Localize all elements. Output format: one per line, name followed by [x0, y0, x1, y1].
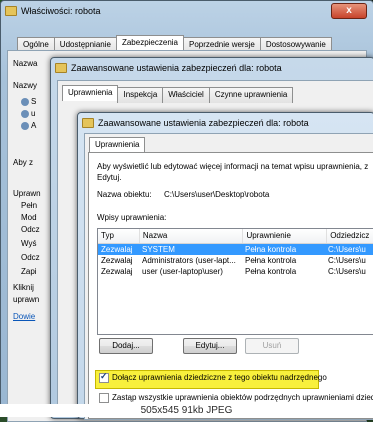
folder-icon — [5, 6, 17, 16]
cell-permission: Pełna kontrola — [245, 256, 297, 265]
image-caption: 505x545 91kb JPEG — [0, 404, 373, 417]
group-names-label: Nazwy — [13, 81, 38, 90]
cell-name: Administrators (user-lapt... — [142, 256, 236, 265]
cell-permission: Pełna kontrola — [245, 245, 297, 254]
user-item-label: S — [31, 97, 37, 106]
window-title-text: Zaawansowane ustawienia zabezpieczeń dla… — [98, 118, 309, 128]
perm-row: Zapi — [21, 267, 37, 276]
change-permissions-text: Aby z — [13, 158, 34, 167]
perm-row: Odcz — [21, 253, 40, 262]
permission-entries-table[interactable]: Typ Nazwa Uprawnienie Odziedzicz Zezwala… — [97, 228, 373, 335]
permissions-for-label: Uprawn — [13, 189, 41, 198]
cell-name: user (user-laptop\user) — [142, 267, 223, 276]
user-item[interactable]: A — [21, 121, 36, 130]
user-icon — [21, 121, 29, 130]
column-permission[interactable]: Uprawnienie — [243, 229, 328, 243]
special-perm-text: uprawn — [13, 295, 40, 304]
table-row[interactable]: Zezwalaj SYSTEM Pełna kontrola C:\Users\… — [98, 244, 373, 255]
permissions-client: Uprawnienia Aby wyświetlić lub edytować … — [84, 133, 373, 420]
include-inheritable-checkbox[interactable]: Dołącz uprawnienia dziedziczne z tego ob… — [99, 371, 327, 383]
learn-more-link-text[interactable]: Dowie — [13, 312, 35, 321]
perm-row: Mod — [21, 213, 37, 222]
user-icon — [21, 97, 29, 106]
close-button[interactable]: x — [331, 3, 367, 19]
cell-name: SYSTEM — [142, 245, 175, 254]
user-item[interactable]: S — [21, 97, 36, 106]
perm-row: Wyś — [21, 239, 37, 248]
remove-button[interactable]: Usuń — [245, 338, 299, 354]
cell-type: Zezwalaj — [101, 267, 133, 276]
column-name[interactable]: Nazwa — [140, 229, 244, 243]
window-title: Właściwości: robota — [5, 4, 101, 18]
table-row[interactable]: Zezwalaj Administrators (user-lapt... Pe… — [98, 255, 373, 266]
learn-more-link[interactable]: Dowie — [13, 312, 35, 321]
perm-row: Odcz — [21, 225, 40, 234]
tab-auditing[interactable]: Inspekcja — [117, 87, 164, 103]
cell-permission: Pełna kontrola — [245, 267, 297, 276]
table-header: Typ Nazwa Uprawnienie Odziedzicz — [98, 229, 373, 244]
window-title-text: Właściwości: robota — [21, 6, 101, 16]
column-type[interactable]: Typ — [98, 229, 140, 243]
cell-inherited: C:\Users\u — [328, 245, 366, 254]
user-item-label: u — [31, 109, 36, 118]
object-name-label: Nazwa obiektu: — [97, 190, 152, 199]
replace-child-checkbox[interactable]: Zastąp wszystkie uprawnienia obiektów po… — [99, 393, 373, 403]
entries-label: Wpisy uprawnienia: — [97, 213, 167, 222]
cell-inherited: C:\Users\u — [328, 256, 366, 265]
special-perm-text: Kliknij — [13, 283, 34, 292]
perm-row: Pełn — [21, 201, 38, 210]
checkbox-unchecked[interactable] — [99, 393, 109, 403]
user-item-label: A — [31, 121, 37, 130]
cell-type: Zezwalaj — [101, 256, 133, 265]
window-title: Zaawansowane ustawienia zabezpieczeń dla… — [82, 116, 309, 130]
window-title-text: Zaawansowane ustawienia zabezpieczeń dla… — [71, 63, 282, 73]
tab-owner[interactable]: Właściciel — [162, 87, 210, 103]
cell-inherited: C:\Users\u — [328, 267, 366, 276]
info-text-line2: Edytuj. — [97, 173, 122, 182]
user-icon — [21, 109, 29, 118]
lock-folder-icon — [55, 63, 67, 73]
advanced-tabs: Uprawnienia Inspekcja Właściciel Czynne … — [62, 85, 294, 103]
permissions-panel: Aby wyświetlić lub edytować więcej infor… — [88, 152, 373, 419]
tab-security[interactable]: Zabezpieczenia — [115, 35, 184, 51]
add-button[interactable]: Dodaj... — [99, 338, 153, 354]
window-title: Zaawansowane ustawienia zabezpieczeń dla… — [55, 61, 282, 75]
lock-folder-icon — [82, 118, 94, 128]
edit-button[interactable]: Edytuj... — [183, 338, 237, 354]
advanced-security-window-front: Zaawansowane ustawienia zabezpieczeń dla… — [77, 112, 373, 420]
info-text: Aby wyświetlić lub edytować więcej infor… — [97, 162, 369, 171]
tab-effective-permissions[interactable]: Czynne uprawnienia — [208, 87, 294, 103]
tab-permissions[interactable]: Uprawnienia — [62, 85, 119, 101]
include-inheritable-label: Dołącz uprawnienia dziedziczne z tego ob… — [112, 373, 327, 383]
object-name-value: C:\Users\user\Desktop\robota — [164, 190, 270, 199]
object-name-label: Nazwa — [13, 59, 38, 68]
column-inherited[interactable]: Odziedzicz — [327, 229, 373, 243]
table-row[interactable]: Zezwalaj user (user-laptop\user) Pełna k… — [98, 266, 373, 277]
checkbox-checked[interactable] — [99, 371, 109, 383]
cell-type: Zezwalaj — [101, 245, 133, 254]
replace-child-label: Zastąp wszystkie uprawnienia obiektów po… — [112, 393, 373, 403]
tab-permissions[interactable]: Uprawnienia — [89, 137, 146, 153]
user-item[interactable]: u — [21, 109, 35, 118]
